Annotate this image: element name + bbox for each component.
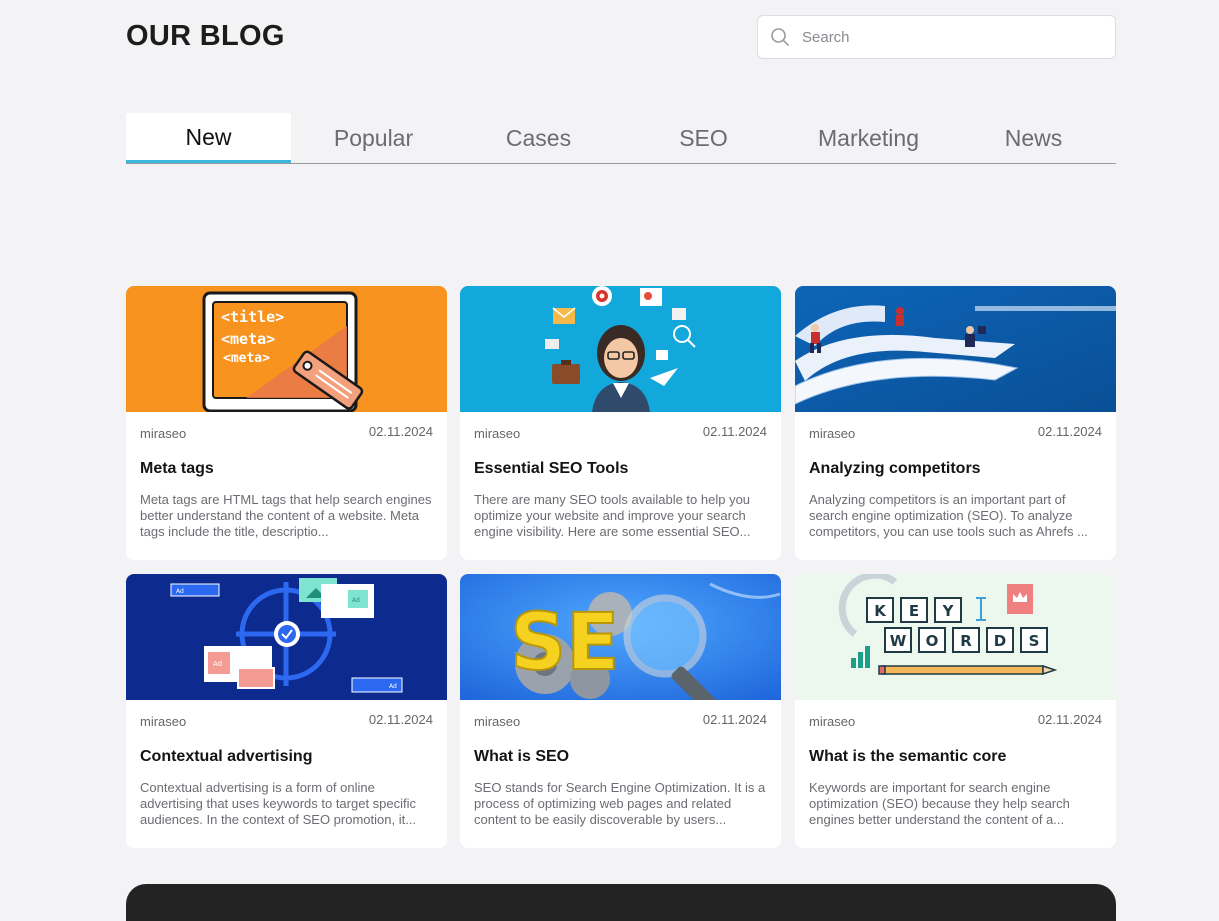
ad-label: Ad [176, 588, 184, 595]
blog-card-semantic-core[interactable]: K E Y W O R D S miraseo 02.11.2024 What … [795, 574, 1116, 848]
keyword-letter: Y [942, 602, 955, 620]
card-excerpt: Contextual advertising is a form of onli… [140, 780, 417, 827]
meta-code-line: <meta> [223, 351, 270, 366]
keyword-letter: E [909, 602, 919, 620]
header: OUR BLOG [126, 0, 1116, 80]
footer [126, 884, 1116, 921]
card-excerpt: Meta tags are HTML tags that help search… [140, 492, 432, 539]
card-excerpt: Analyzing competitors is an important pa… [809, 492, 1088, 539]
card-title: Contextual advertising [140, 748, 313, 765]
blog-card-analyzing-competitors[interactable]: miraseo 02.11.2024 Analyzing competitors… [795, 286, 1116, 560]
blog-card-contextual-advertising[interactable]: Ad Ad Ad Ad miraseo 02.11.2024 Contextua… [126, 574, 447, 848]
card-date: 02.11.2024 [1037, 424, 1102, 439]
keyword-letter: R [960, 632, 972, 650]
card-title: Analyzing competitors [809, 460, 981, 477]
card-excerpt: SEO stands for Search Engine Optimizatio… [474, 780, 766, 827]
card-meta: miraseo 02.11.2024 [795, 424, 1116, 441]
meta-code-line: <title> [221, 308, 284, 326]
keyword-letter: O [926, 632, 939, 650]
card-date: 02.11.2024 [702, 424, 767, 439]
card-author: miraseo [474, 714, 521, 729]
blog-card-what-is-seo[interactable]: SE miraseo 02.11.2024 What is SEO SEO st… [460, 574, 781, 848]
competitors-race-illustration [795, 286, 1116, 412]
keywords-illustration: K E Y W O R D S [795, 574, 1116, 700]
card-date: 02.11.2024 [368, 424, 433, 439]
card-title: Meta tags [140, 460, 214, 477]
keyword-letter: D [994, 632, 1006, 650]
seo-magnifier-illustration: SE [460, 574, 781, 700]
card-meta: miraseo 02.11.2024 [460, 712, 781, 729]
card-title: What is the semantic core [809, 748, 1007, 765]
blog-card-meta-tags[interactable]: <title> <meta> <meta> miraseo 02.11.2024… [126, 286, 447, 560]
search-box[interactable] [757, 15, 1116, 59]
seo-tools-illustration [460, 286, 781, 412]
tab-seo[interactable]: SEO [621, 113, 786, 163]
meta-code-line: <meta> [221, 330, 275, 348]
card-author: miraseo [140, 426, 187, 441]
search-icon [771, 28, 789, 46]
seo-letters: SE [510, 598, 619, 688]
tab-marketing[interactable]: Marketing [786, 113, 951, 163]
ad-label: Ad [352, 597, 360, 604]
card-author: miraseo [474, 426, 521, 441]
tab-cases[interactable]: Cases [456, 113, 621, 163]
card-author: miraseo [809, 714, 856, 729]
keyword-letter: K [874, 602, 887, 620]
card-excerpt: There are many SEO tools available to he… [474, 492, 751, 539]
card-author: miraseo [809, 426, 856, 441]
tab-popular[interactable]: Popular [291, 113, 456, 163]
card-meta: miraseo 02.11.2024 [795, 712, 1116, 729]
category-tabs: New Popular Cases SEO Marketing News [126, 113, 1116, 164]
tab-new[interactable]: New [126, 113, 291, 163]
blog-card-essential-seo-tools[interactable]: miraseo 02.11.2024 Essential SEO Tools T… [460, 286, 781, 560]
card-date: 02.11.2024 [368, 712, 433, 727]
card-author: miraseo [140, 714, 187, 729]
card-meta: miraseo 02.11.2024 [126, 424, 447, 441]
search-input[interactable] [802, 28, 1102, 46]
keyword-letter: S [1029, 632, 1040, 650]
card-excerpt: Keywords are important for search engine… [809, 780, 1070, 827]
meta-tags-illustration: <title> <meta> <meta> [126, 286, 447, 412]
blog-page: OUR BLOG New Popular Cases SEO Marketing… [126, 0, 1116, 848]
card-date: 02.11.2024 [702, 712, 767, 727]
contextual-ads-illustration: Ad Ad Ad Ad [126, 574, 447, 700]
card-title: What is SEO [474, 748, 570, 765]
ad-label: Ad [389, 683, 397, 690]
page-title: OUR BLOG [126, 20, 285, 52]
card-meta: miraseo 02.11.2024 [460, 424, 781, 441]
card-title: Essential SEO Tools [474, 460, 629, 477]
card-meta: miraseo 02.11.2024 [126, 712, 447, 729]
keyword-letter: W [890, 632, 907, 650]
ad-label: Ad [213, 660, 222, 668]
tab-news[interactable]: News [951, 113, 1116, 163]
card-date: 02.11.2024 [1037, 712, 1102, 727]
